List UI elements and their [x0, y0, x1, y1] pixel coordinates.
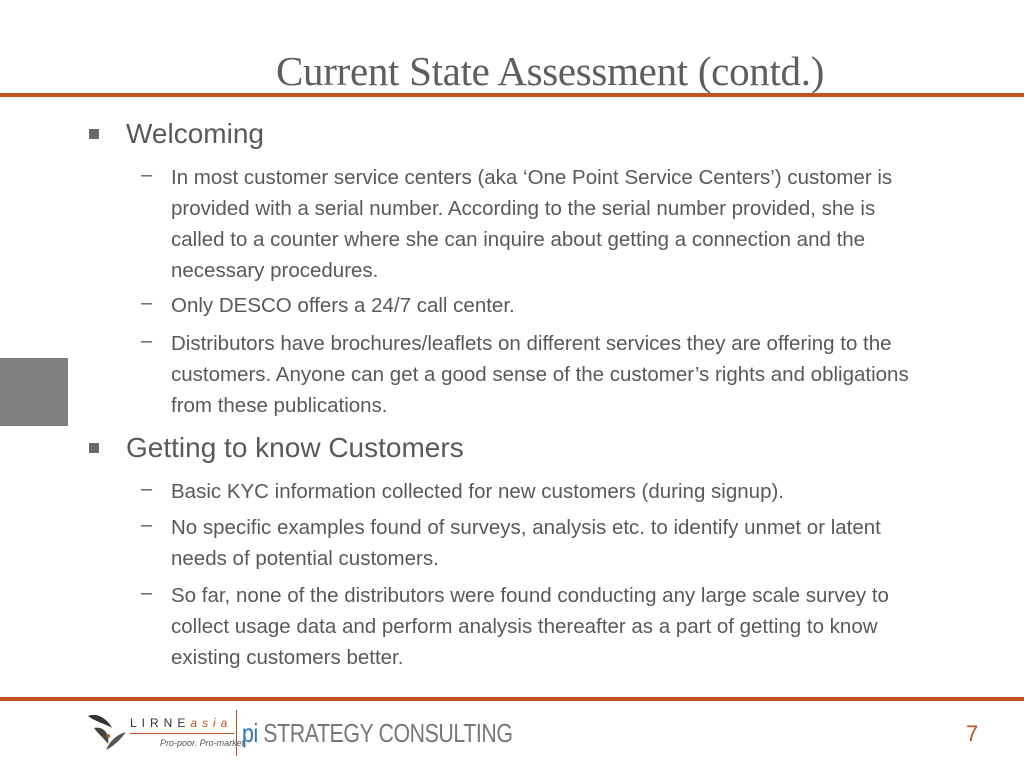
en-dash-bullet-icon: – — [141, 164, 153, 186]
footer-logos: LIRNEasia Pro-poor. Pro-market. pi STRAT… — [86, 710, 513, 756]
slide-title: Current State Assessment (contd.) — [276, 48, 825, 94]
list-item: So far, none of the distributors were fo… — [171, 584, 889, 669]
lirne-underline — [130, 733, 234, 734]
list-item: No specific examples found of surveys, a… — [171, 516, 881, 570]
list-item: Basic KYC information collected for new … — [171, 480, 784, 503]
title-divider — [0, 93, 1024, 97]
square-bullet-icon — [89, 129, 99, 139]
lirneasia-logo-icon — [88, 714, 126, 750]
decorative-side-block — [0, 358, 68, 426]
lirne-name: LIRNE — [130, 716, 191, 730]
logo-divider — [236, 710, 237, 756]
section-heading: Welcoming — [126, 118, 264, 149]
square-bullet-icon — [89, 443, 99, 453]
pi-prefix: pi — [242, 718, 258, 748]
footer-divider — [0, 697, 1024, 701]
en-dash-bullet-icon: – — [141, 330, 153, 352]
en-dash-bullet-icon: – — [141, 514, 153, 536]
en-dash-bullet-icon: – — [141, 582, 153, 604]
lirne-suffix: asia — [190, 716, 233, 730]
section-heading: Getting to know Customers — [126, 432, 464, 463]
pi-name: STRATEGY CONSULTING — [263, 718, 513, 748]
list-item: Distributors have brochures/leaflets on … — [171, 332, 909, 417]
pi-strategy-consulting-logo: pi STRATEGY CONSULTING — [242, 718, 513, 749]
lirneasia-wordmark: LIRNEasia — [130, 716, 232, 730]
lirne-tagline: Pro-poor. Pro-market. — [160, 738, 247, 748]
list-item: Only DESCO offers a 24/7 call center. — [171, 294, 515, 317]
en-dash-bullet-icon: – — [141, 478, 153, 500]
list-item: In most customer service centers (aka ‘O… — [171, 166, 893, 282]
page-number: 7 — [966, 721, 979, 746]
en-dash-bullet-icon: – — [141, 292, 153, 314]
